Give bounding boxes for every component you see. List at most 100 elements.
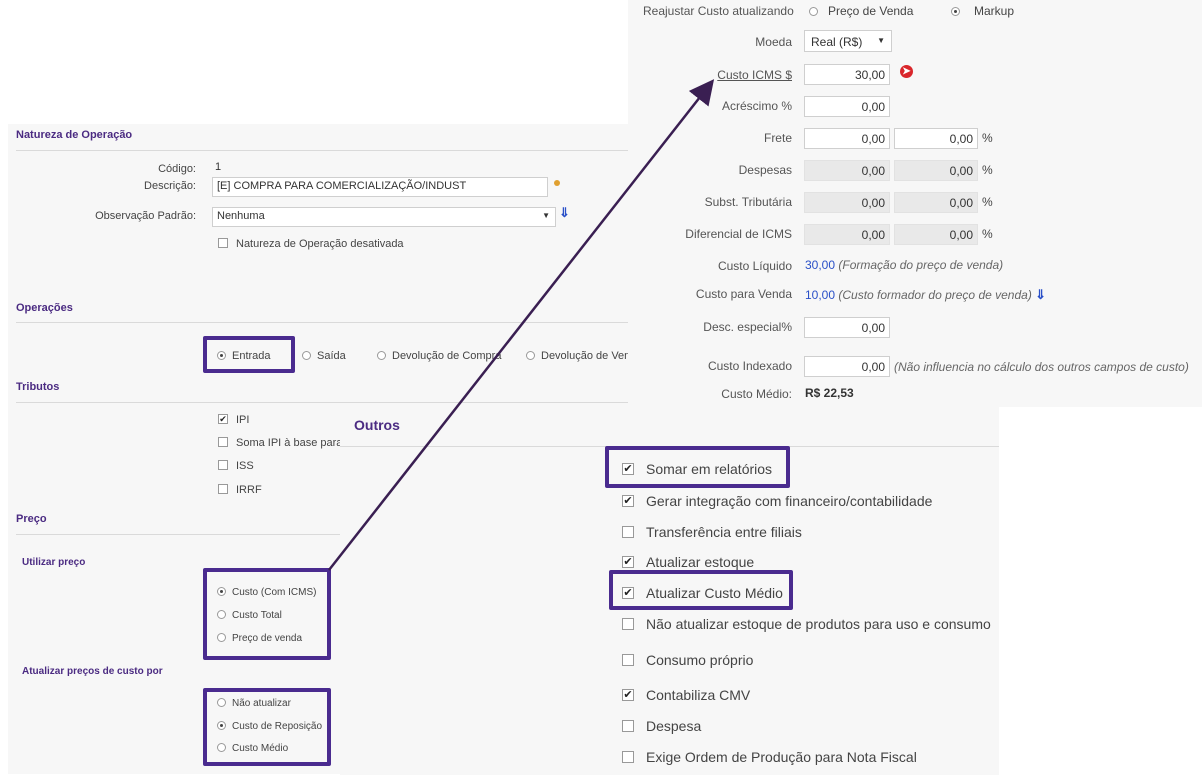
divider <box>16 150 633 151</box>
outros-item-label: Atualizar estoque <box>646 554 755 570</box>
checkbox-icon <box>622 720 634 732</box>
frete-pct-input[interactable]: 0,00 <box>894 128 978 149</box>
checkbox-icon <box>622 654 634 666</box>
highlight-box-atualizar <box>203 688 331 766</box>
outros-gerar-integracao[interactable]: Gerar integração com financeiro/contabil… <box>622 493 932 509</box>
moeda-select-value: Real (R$) <box>811 35 863 49</box>
icms-label: Custo ICMS $ <box>717 68 792 82</box>
obs-label: Observação Padrão: <box>95 210 196 222</box>
reajustar-label: Reajustar Custo atualizando <box>643 4 794 18</box>
pct-symbol: % <box>982 131 993 145</box>
checkbox-icon <box>218 484 228 494</box>
outros-item-label: Despesa <box>646 718 702 734</box>
desativada-label: Natureza de Operação desativada <box>236 238 404 250</box>
subst-value: 0,00 <box>804 192 890 213</box>
tributo-iss[interactable]: ISS <box>218 460 254 472</box>
indexado-label: Custo Indexado <box>707 359 792 373</box>
checkbox-icon <box>218 238 228 248</box>
venda-label: Custo para Venda <box>695 287 792 301</box>
highlight-box-entrada <box>203 336 295 373</box>
highlight-box-utilizar <box>203 568 331 660</box>
radio-reajustar-preco-venda[interactable]: Preço de Venda <box>809 4 913 18</box>
icms-input[interactable]: 30,00 <box>804 64 890 85</box>
subst-label: Subst. Tributária <box>704 195 792 209</box>
section-natureza-title: Natureza de Operação <box>16 129 133 141</box>
codigo-label: Código: <box>158 163 196 175</box>
outros-item-label: Não atualizar estoque de produtos para u… <box>646 616 991 632</box>
outros-item-label: Transferência entre filiais <box>646 524 802 540</box>
moeda-select[interactable]: Real (R$) ▼ <box>804 30 892 52</box>
desc-label: Desc. especial% <box>703 320 792 334</box>
obs-select-value: Nenhuma <box>217 210 265 222</box>
remove-circle-icon[interactable]: ➤ <box>900 65 913 78</box>
pct-symbol: % <box>982 227 993 241</box>
radio-reajustar-markup[interactable]: Markup <box>951 4 1014 18</box>
checkbox-icon <box>622 751 634 763</box>
pct-symbol: % <box>982 195 993 209</box>
tributo-iss-label: ISS <box>236 460 254 472</box>
outros-title: Outros <box>354 417 400 433</box>
outros-nao-atualizar-estoque[interactable]: Não atualizar estoque de produtos para u… <box>622 616 991 632</box>
radio-icon <box>302 351 311 360</box>
codigo-value: 1 <box>215 161 222 173</box>
checkbox-icon <box>622 495 634 507</box>
difer-pct: 0,00 <box>894 224 978 245</box>
moeda-label: Moeda <box>755 35 792 49</box>
outros-despesa[interactable]: Despesa <box>622 718 701 734</box>
desativada-checkbox[interactable]: Natureza de Operação desativada <box>218 238 404 250</box>
indexado-note: (Não influencia no cálculo dos outros ca… <box>894 360 1189 374</box>
checkbox-icon <box>218 414 228 424</box>
highlight-box-somar <box>605 446 790 488</box>
checkbox-icon <box>622 618 634 630</box>
venda-note: (Custo formador do preço de venda) <box>838 288 1032 302</box>
subst-pct: 0,00 <box>894 192 978 213</box>
indexado-input[interactable]: 0,00 <box>804 356 890 377</box>
radio-icon <box>526 351 535 360</box>
liquido-note: (Formação do preço de venda) <box>838 258 1004 272</box>
descricao-input[interactable]: [E] COMPRA PARA COMERCIALIZAÇÃO/INDUST <box>212 177 548 197</box>
venda-value: 10,00 <box>805 288 836 302</box>
descricao-label: Descrição: <box>144 180 196 192</box>
tributo-irrf-label: IRRF <box>236 484 262 496</box>
outros-consumo-proprio[interactable]: Consumo próprio <box>622 652 753 668</box>
frete-label: Frete <box>763 131 792 145</box>
checkbox-icon <box>218 460 228 470</box>
liquido-label: Custo Líquido <box>717 259 792 273</box>
difer-label: Diferencial de ICMS <box>685 227 792 241</box>
checkbox-icon <box>622 556 634 568</box>
pct-symbol: % <box>982 163 993 177</box>
acrescimo-input[interactable]: 0,00 <box>804 96 890 117</box>
radio-saida-label: Saída <box>317 350 346 362</box>
arrow-down-blue-icon[interactable]: ⇓ <box>1035 287 1046 302</box>
radio-icon <box>377 351 386 360</box>
outros-item-label: Consumo próprio <box>646 652 754 668</box>
tributo-ipi[interactable]: IPI <box>218 414 249 426</box>
tributo-ipi-label: IPI <box>236 414 250 426</box>
radio-reajustar-markup-label: Markup <box>974 4 1015 18</box>
frete-value-input[interactable]: 0,00 <box>804 128 890 149</box>
liquido-line: 30,00 (Formação do preço de venda) <box>805 258 1003 272</box>
divider <box>16 402 633 403</box>
radio-devolucao-compra[interactable]: Devolução de Compra <box>377 350 501 362</box>
outros-exige-ordem[interactable]: Exige Ordem de Produção para Nota Fiscal <box>622 749 917 765</box>
outros-transferencia[interactable]: Transferência entre filiais <box>622 524 802 540</box>
radio-icon <box>951 7 960 16</box>
despesas-label: Despesas <box>738 163 792 177</box>
tributo-irrf[interactable]: IRRF <box>218 484 262 496</box>
highlight-box-custo-medio <box>609 570 793 610</box>
radio-saida[interactable]: Saída <box>302 350 346 362</box>
checkbox-icon <box>218 437 228 447</box>
obs-select[interactable]: Nenhuma ▼ <box>212 207 556 227</box>
outros-item-label: Gerar integração com financeiro/contabil… <box>646 493 933 509</box>
checkbox-icon <box>622 526 634 538</box>
arrow-down-blue-icon[interactable]: ⇓ <box>559 205 570 221</box>
liquido-value: 30,00 <box>805 258 836 272</box>
outros-atualizar-estoque[interactable]: Atualizar estoque <box>622 554 754 570</box>
outros-contabiliza-cmv[interactable]: Contabiliza CMV <box>622 687 750 703</box>
desc-input[interactable]: 0,00 <box>804 317 890 338</box>
atualizar-precos-title: Atualizar preços de custo por <box>22 666 163 677</box>
section-preco-title: Preço <box>16 513 47 525</box>
section-tributos-title: Tributos <box>16 381 60 393</box>
radio-reajustar-preco-venda-label: Preço de Venda <box>828 4 914 18</box>
difer-value: 0,00 <box>804 224 890 245</box>
